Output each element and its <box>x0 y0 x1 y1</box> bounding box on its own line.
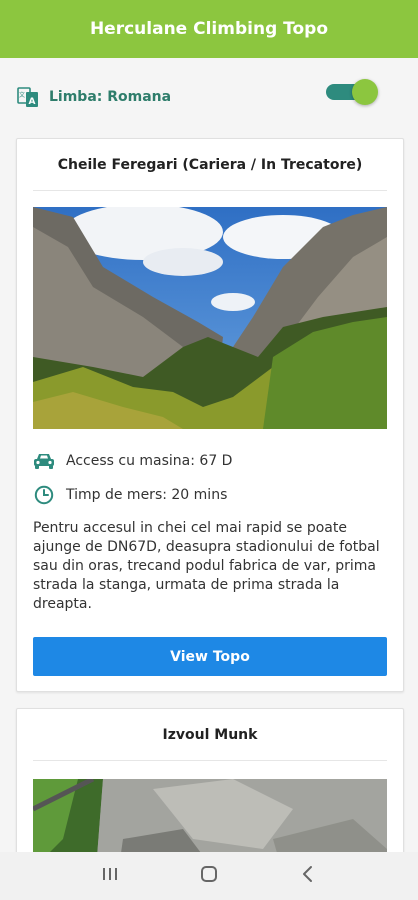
crag-title: Izvoul Munk <box>33 709 387 761</box>
walk-time-row: Timp de mers: 20 mins <box>33 485 227 505</box>
svg-text:A: A <box>29 97 36 107</box>
crag-card: Cheile Feregari (Cariera / In Trecatore) <box>16 138 404 692</box>
recents-icon <box>102 866 118 886</box>
toggle-knob <box>352 79 378 105</box>
language-label: Limba: Romana <box>49 89 172 105</box>
recents-button[interactable] <box>90 856 130 896</box>
back-button[interactable] <box>288 856 328 896</box>
walk-time-text: Timp de mers: 20 mins <box>66 487 228 503</box>
translate-icon: A 文 <box>16 85 40 109</box>
crag-description: Pentru accesul in chei cel mai rapid se … <box>33 520 380 612</box>
language-toggle[interactable] <box>326 79 378 105</box>
access-row: Access cu masina: 67 D <box>33 451 232 471</box>
home-button[interactable] <box>189 856 229 896</box>
car-icon <box>33 451 55 471</box>
crag-title: Cheile Feregari (Cariera / In Trecatore) <box>33 139 387 191</box>
app-title: Herculane Climbing Topo <box>89 19 329 39</box>
svg-text:文: 文 <box>19 91 25 99</box>
view-topo-button[interactable]: View Topo <box>33 637 387 676</box>
access-text: Access cu masina: 67 D <box>66 453 233 469</box>
language-row: A 文 Limba: Romana <box>0 58 418 136</box>
home-icon <box>200 865 218 887</box>
system-nav-bar <box>0 852 418 900</box>
crag-photo <box>33 207 387 429</box>
back-icon <box>301 865 315 887</box>
clock-icon <box>33 485 55 505</box>
app-bar: Herculane Climbing Topo <box>0 0 418 58</box>
